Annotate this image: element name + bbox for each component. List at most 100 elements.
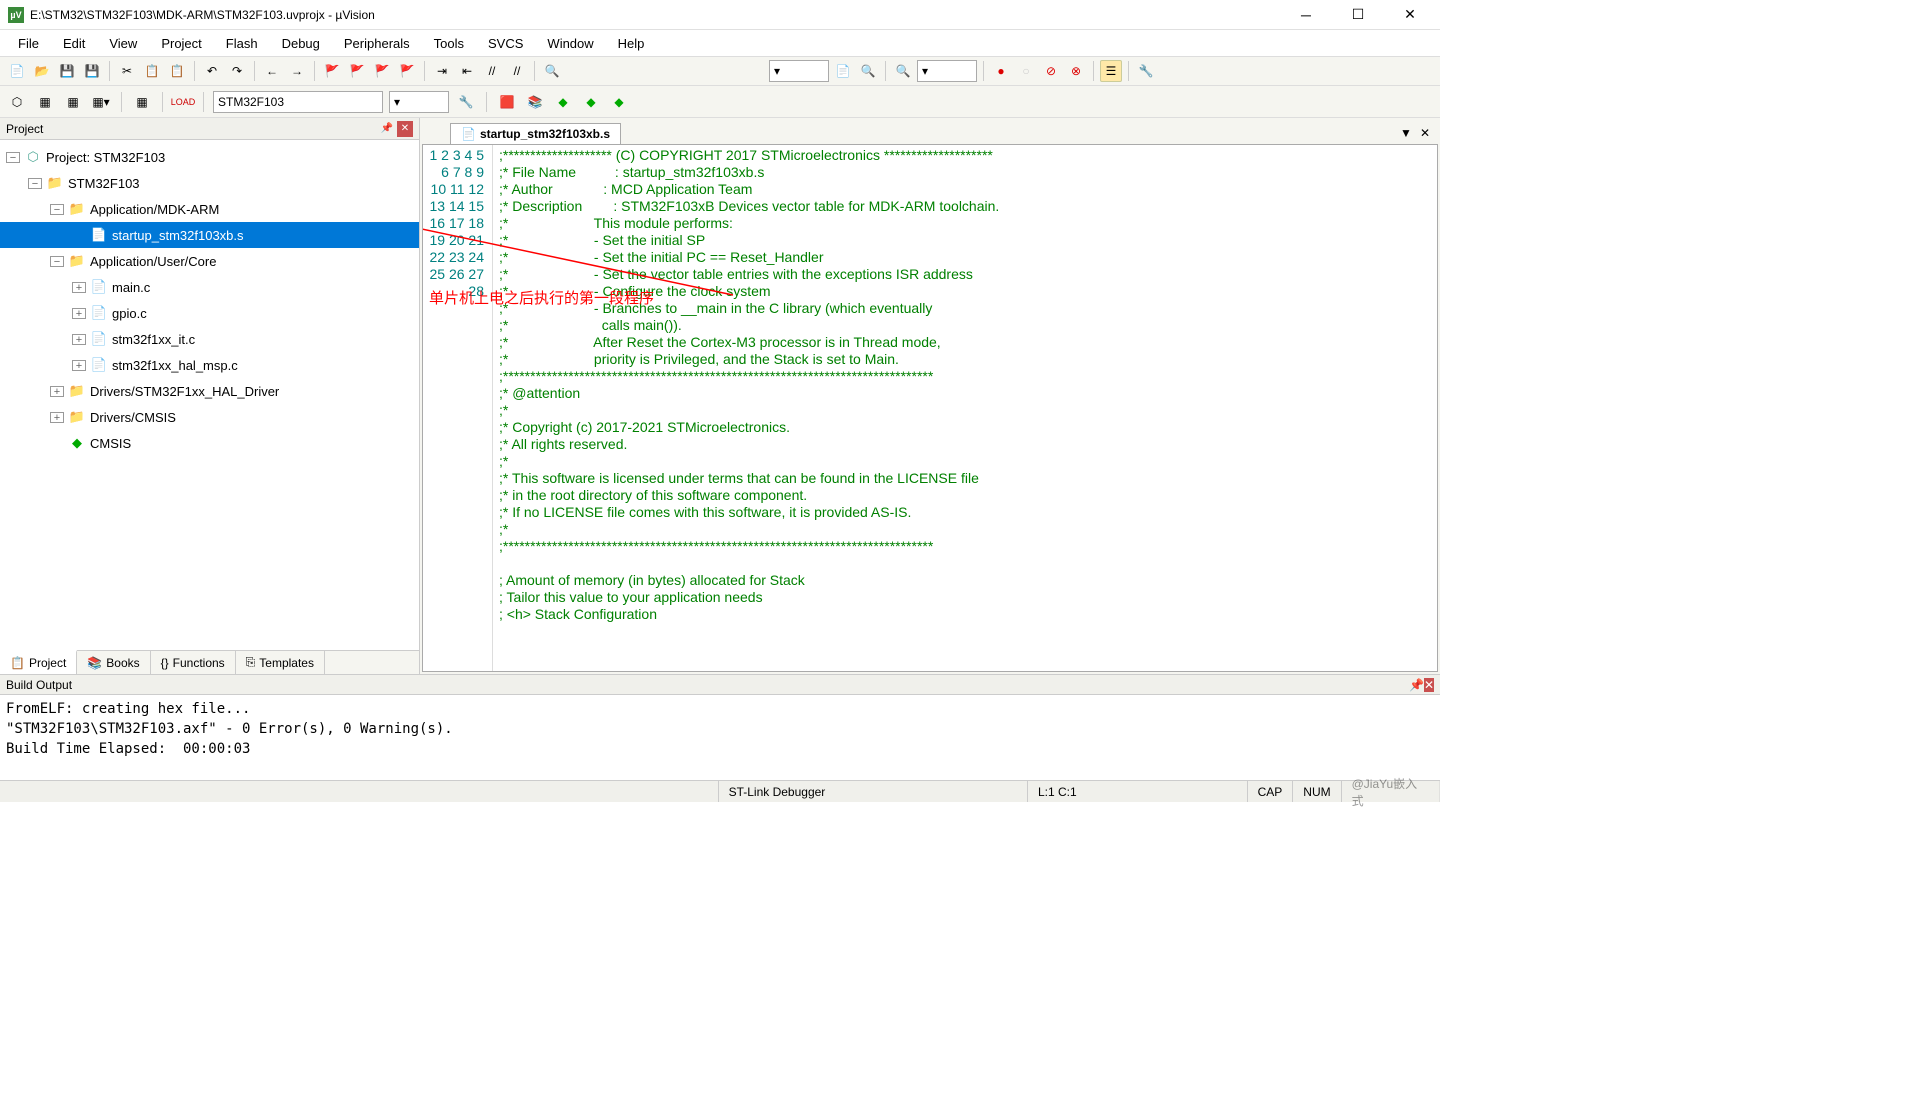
minimize-button[interactable]: ─ xyxy=(1292,5,1320,25)
menu-peripherals[interactable]: Peripherals xyxy=(334,33,420,54)
save-icon[interactable]: 💾 xyxy=(56,60,78,82)
panel-close-icon[interactable]: ✕ xyxy=(1424,678,1434,692)
tree-item[interactable]: +📄gpio.c xyxy=(0,300,419,326)
bookmark-icon[interactable]: 🚩 xyxy=(321,60,343,82)
find-icon[interactable]: 🔍 xyxy=(541,60,563,82)
build-output-title: Build Output xyxy=(6,678,72,692)
find-combo[interactable]: ▾ xyxy=(769,60,829,82)
status-cursor: L:1 C:1 xyxy=(1028,781,1248,802)
main-area: Project 📌 ✕ −⬡Project: STM32F103−📁STM32F… xyxy=(0,118,1440,674)
status-cap: CAP xyxy=(1248,781,1294,802)
save-all-icon[interactable]: 💾 xyxy=(81,60,103,82)
watermark: @JiaYu嵌入式 xyxy=(1342,781,1440,802)
nav-back-icon[interactable]: ← xyxy=(261,60,283,82)
translate-icon[interactable]: ⬡ xyxy=(6,91,28,113)
project-panel-header: Project 📌 ✕ xyxy=(0,118,419,140)
stop-build-icon[interactable]: ▦ xyxy=(131,91,153,113)
uncomment-icon[interactable]: // xyxy=(506,60,528,82)
tree-item[interactable]: −⬡Project: STM32F103 xyxy=(0,144,419,170)
tree-item[interactable]: −📁Application/MDK-ARM xyxy=(0,196,419,222)
menu-window[interactable]: Window xyxy=(537,33,603,54)
options-icon[interactable]: 🔧 xyxy=(455,91,477,113)
close-button[interactable]: ✕ xyxy=(1396,5,1424,25)
rebuild-icon[interactable]: ▦ xyxy=(62,91,84,113)
tree-item[interactable]: 📄startup_stm32f103xb.s xyxy=(0,222,419,248)
copy-icon[interactable]: 📋 xyxy=(141,60,163,82)
configure-icon[interactable]: 🔧 xyxy=(1135,60,1157,82)
menu-edit[interactable]: Edit xyxy=(53,33,95,54)
menu-debug[interactable]: Debug xyxy=(272,33,330,54)
menu-help[interactable]: Help xyxy=(608,33,655,54)
new-icon[interactable]: 📄 xyxy=(6,60,28,82)
incremental-find-icon[interactable]: 🔍 xyxy=(857,60,879,82)
panel-tab-templates[interactable]: ⎘Templates xyxy=(236,651,325,674)
tree-item[interactable]: +📄stm32f1xx_hal_msp.c xyxy=(0,352,419,378)
project-window-icon[interactable]: ☰ xyxy=(1100,60,1122,82)
bookmark-next-icon[interactable]: 🚩 xyxy=(371,60,393,82)
panel-close-icon[interactable]: ✕ xyxy=(397,121,413,137)
main-toolbar: 📄 📂 💾 💾 ✂ 📋 📋 ↶ ↷ ← → 🚩 🚩 🚩 🚩 ⇥ ⇤ // // … xyxy=(0,56,1440,86)
maximize-button[interactable]: ☐ xyxy=(1344,5,1372,25)
tree-item[interactable]: −📁Application/User/Core xyxy=(0,248,419,274)
select-pack-icon[interactable]: ◆ xyxy=(552,91,574,113)
breakpoint-kill-icon[interactable]: ⊘ xyxy=(1040,60,1062,82)
breakpoint-icon[interactable]: ● xyxy=(990,60,1012,82)
outdent-icon[interactable]: ⇤ xyxy=(456,60,478,82)
batch-build-icon[interactable]: ▦▾ xyxy=(90,91,112,113)
code-content[interactable]: ;******************** (C) COPYRIGHT 2017… xyxy=(493,145,1437,671)
tree-item[interactable]: +📁Drivers/STM32F1xx_HAL_Driver xyxy=(0,378,419,404)
bookmark-clear-icon[interactable]: 🚩 xyxy=(396,60,418,82)
build-output-panel: Build Output 📌 ✕ FromELF: creating hex f… xyxy=(0,674,1440,780)
tab-close-icon[interactable]: ✕ xyxy=(1420,126,1430,140)
build-icon[interactable]: ▦ xyxy=(34,91,56,113)
tree-item[interactable]: ◆CMSIS xyxy=(0,430,419,456)
editor-tab[interactable]: 📄 startup_stm32f103xb.s xyxy=(450,123,621,144)
tree-item[interactable]: +📄stm32f1xx_it.c xyxy=(0,326,419,352)
menu-view[interactable]: View xyxy=(99,33,147,54)
pin-icon[interactable]: 📌 xyxy=(1409,678,1424,692)
panel-tab-functions[interactable]: {}Functions xyxy=(151,651,236,674)
nav-fwd-icon[interactable]: → xyxy=(286,60,308,82)
open-icon[interactable]: 📂 xyxy=(31,60,53,82)
breakpoint-killall-icon[interactable]: ⊗ xyxy=(1065,60,1087,82)
bookmark-prev-icon[interactable]: 🚩 xyxy=(346,60,368,82)
pack-installer-icon[interactable]: ◆ xyxy=(580,91,602,113)
manage-icon[interactable]: 📚 xyxy=(524,91,546,113)
cut-icon[interactable]: ✂ xyxy=(116,60,138,82)
menu-tools[interactable]: Tools xyxy=(424,33,474,54)
menu-flash[interactable]: Flash xyxy=(216,33,268,54)
project-tree[interactable]: −⬡Project: STM32F103−📁STM32F103−📁Applica… xyxy=(0,140,419,650)
indent-icon[interactable]: ⇥ xyxy=(431,60,453,82)
target-dropdown[interactable]: ▾ xyxy=(389,91,449,113)
undo-icon[interactable]: ↶ xyxy=(201,60,223,82)
tab-dropdown-icon[interactable]: ▼ xyxy=(1400,126,1412,140)
file-ext-icon[interactable]: 🟥 xyxy=(496,91,518,113)
code-editor[interactable]: 1 2 3 4 5 6 7 8 9 10 11 12 13 14 15 16 1… xyxy=(422,144,1438,672)
comment-icon[interactable]: // xyxy=(481,60,503,82)
line-gutter: 1 2 3 4 5 6 7 8 9 10 11 12 13 14 15 16 1… xyxy=(423,145,493,671)
breakpoint-disable-icon[interactable]: ○ xyxy=(1015,60,1037,82)
tree-item[interactable]: +📄main.c xyxy=(0,274,419,300)
editor-tabs: 📄 startup_stm32f103xb.s ▼ ✕ xyxy=(422,120,1438,144)
panel-tab-project[interactable]: 📋Project xyxy=(0,650,77,674)
menu-project[interactable]: Project xyxy=(151,33,211,54)
tree-item[interactable]: +📁Drivers/CMSIS xyxy=(0,404,419,430)
build-output-content[interactable]: FromELF: creating hex file... "STM32F103… xyxy=(0,695,1440,780)
menu-file[interactable]: File xyxy=(8,33,49,54)
tree-item[interactable]: −📁STM32F103 xyxy=(0,170,419,196)
paste-icon[interactable]: 📋 xyxy=(166,60,188,82)
menu-svcs[interactable]: SVCS xyxy=(478,33,533,54)
status-bar: ST-Link Debugger L:1 C:1 CAP NUM @JiaYu嵌… xyxy=(0,780,1440,802)
download-icon[interactable]: LOAD xyxy=(172,91,194,113)
build-toolbar: ⬡ ▦ ▦ ▦▾ ▦ LOAD STM32F103 ▾ 🔧 🟥 📚 ◆ ◆ ◆ xyxy=(0,86,1440,118)
pin-icon[interactable]: 📌 xyxy=(379,121,395,137)
runtime-env-icon[interactable]: ◆ xyxy=(608,91,630,113)
editor-area: 📄 startup_stm32f103xb.s ▼ ✕ 1 2 3 4 5 6 … xyxy=(420,118,1440,674)
panel-tab-books[interactable]: 📚Books xyxy=(77,651,150,674)
debug-combo[interactable]: ▾ xyxy=(917,60,977,82)
find-in-files-icon[interactable]: 📄 xyxy=(832,60,854,82)
target-selector[interactable]: STM32F103 xyxy=(213,91,383,113)
status-num: NUM xyxy=(1293,781,1341,802)
debug-icon[interactable]: 🔍 xyxy=(892,60,914,82)
redo-icon[interactable]: ↷ xyxy=(226,60,248,82)
